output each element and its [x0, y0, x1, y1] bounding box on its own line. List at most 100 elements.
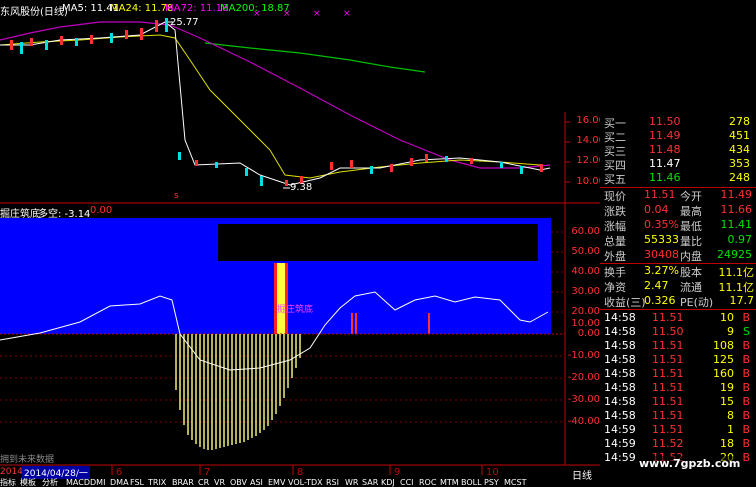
tab-emv[interactable]: EMV	[268, 478, 285, 487]
signal-bar-yellow	[277, 263, 285, 334]
top-markers: × × × ×	[253, 9, 351, 19]
indicator-axis-label: -10.00	[567, 350, 600, 361]
quote-row: 总量 55333 量比 0.97	[604, 233, 752, 248]
tab-asi[interactable]: ASI	[250, 478, 263, 487]
tab-dma[interactable]: DMA	[110, 478, 129, 487]
quote-row: 换手 3.27% 股本 11.1亿	[604, 264, 754, 279]
tab-vr[interactable]: VR	[214, 478, 225, 487]
small-signal-2	[355, 313, 357, 334]
tick-row: 14:58 11.51 19 B	[604, 381, 750, 394]
svg-text:×: ×	[283, 9, 291, 19]
divider	[600, 309, 756, 310]
tab-roc[interactable]: ROC	[419, 478, 436, 487]
tab-cr[interactable]: CR	[198, 478, 209, 487]
price-axis-label: 10.00	[576, 176, 605, 187]
long-short-value: 多空: -3.14	[38, 209, 91, 220]
date-tick-label: 7	[204, 467, 211, 478]
low-marker-label: 9.38	[290, 182, 313, 193]
tab-boll[interactable]: BOLL	[461, 478, 482, 487]
order-book-row: 买五 11.46 248	[604, 171, 754, 186]
tick-row: 14:58 11.51 160 B	[604, 367, 750, 380]
price-axis-ticks	[565, 121, 570, 183]
negative-histogram	[175, 334, 301, 450]
tab-rsi[interactable]: RSI	[326, 478, 339, 487]
tick-row: 14:58 11.51 15 B	[604, 395, 750, 408]
order-book-row: 买三 11.48 434	[604, 143, 754, 158]
tab-obv[interactable]: OBV	[230, 478, 247, 487]
ma200-line	[204, 42, 426, 73]
indicator-axis-label: 20.00	[571, 306, 600, 317]
tab-kdj[interactable]: KDJ	[381, 478, 395, 487]
tick-row: 14:59 11.52 18 B	[604, 437, 750, 450]
tab-analysis[interactable]: 分析	[42, 478, 58, 487]
tab-mcst[interactable]: MCST	[504, 478, 526, 487]
indicator-axis-label: -20.00	[567, 372, 600, 383]
tab-fsl[interactable]: FSL	[130, 478, 144, 487]
quote-row: 外盘 30408 内盘 24925	[604, 248, 752, 263]
chart-svg: × × × × s	[0, 9, 600, 475]
quote-row: 净资 2.47 流通 11.1亿	[604, 279, 754, 294]
quote-row: 收益(三) 0.326 PE(动) 17.7	[604, 294, 754, 309]
tab-dmi[interactable]: DMI	[90, 478, 105, 487]
watermark: www.7gpzb.com	[636, 456, 744, 471]
quote-row: 涨跌 0.04 最高 11.66	[604, 203, 752, 218]
chart-area[interactable]: 东风股份(日线) MA5: 11.41 MA24: 11.78 MA72: 11…	[0, 0, 605, 487]
small-signal-3	[428, 313, 430, 334]
tab-indicator[interactable]: 指标	[0, 478, 16, 487]
order-price: 11.49	[649, 129, 681, 142]
signal-bar-red-right	[285, 263, 288, 334]
ma24-line	[0, 34, 541, 179]
tab-psy[interactable]: PSY	[484, 478, 499, 487]
indicator-axis-label: 40.00	[571, 266, 600, 277]
tick-row: 14:58 11.51 8 B	[604, 409, 750, 422]
order-book-row: 买四 11.47 353	[604, 157, 754, 172]
tab-vol-tdx[interactable]: VOL-TDX	[288, 478, 323, 487]
svg-text:×: ×	[343, 9, 351, 19]
signal-label: 掘庄筑底	[277, 305, 314, 315]
date-tick-label: 8	[297, 467, 304, 478]
order-price: 11.50	[649, 115, 681, 128]
tab-macd[interactable]: MACD	[66, 478, 90, 487]
tick-row: 14:58 11.51 125 B	[604, 353, 750, 366]
tab-template[interactable]: 模板	[20, 478, 36, 487]
order-price: 11.48	[649, 143, 681, 156]
order-book-row: 买一 11.50 278	[604, 115, 754, 130]
high-marker-label: 25.77	[170, 17, 199, 28]
tab-wr[interactable]: WR	[345, 478, 358, 487]
indicator-axis-label: 50.00	[571, 246, 600, 257]
indicator-value: 0.00	[90, 205, 113, 216]
split-marker: s	[174, 191, 179, 201]
order-volume: 451	[729, 129, 750, 142]
order-label: 买五	[604, 173, 626, 186]
svg-text:×: ×	[313, 9, 321, 19]
hidden-info-box	[218, 224, 538, 261]
tab-sar[interactable]: SAR	[362, 478, 378, 487]
svg-text:×: ×	[253, 9, 261, 19]
order-book-row: 买二 11.49 451	[604, 129, 754, 144]
tick-row: 14:58 11.50 9 S	[604, 325, 750, 338]
order-volume: 278	[729, 115, 750, 128]
tab-brar[interactable]: BRAR	[172, 478, 194, 487]
period-label[interactable]: 日线	[572, 467, 592, 482]
tab-cci[interactable]: CCI	[400, 478, 414, 487]
order-volume: 434	[729, 143, 750, 156]
small-signal-1	[351, 313, 353, 334]
indicator-axis-label: 60.00	[571, 226, 600, 237]
tab-mtm[interactable]: MTM	[440, 478, 459, 487]
quote-panel: 买一 11.50 278 买二 11.49 451 买三 11.48 434 买…	[600, 0, 756, 487]
indicator-axis-label: 30.00	[571, 286, 600, 297]
date-tick-label: 6	[116, 467, 123, 478]
order-price: 11.47	[649, 157, 681, 170]
indicator-axis-label: 0.00	[577, 328, 600, 339]
tab-trix[interactable]: TRIX	[148, 478, 166, 487]
tick-row: 14:58 11.51 108 B	[604, 339, 750, 352]
indicator-axis-label: -30.00	[567, 394, 600, 405]
order-volume: 248	[729, 171, 750, 184]
tick-row: 14:58 11.51 10 B	[604, 311, 750, 324]
date-tick-label: 10	[486, 467, 499, 478]
year-label: 2014	[0, 467, 23, 477]
tick-row: 14:59 11.51 1 B	[604, 423, 750, 436]
price-axis-label: 14.00	[576, 135, 605, 146]
price-axis-label: 12.00	[576, 155, 605, 166]
future-data-label: 拥到未来数据	[0, 455, 55, 465]
